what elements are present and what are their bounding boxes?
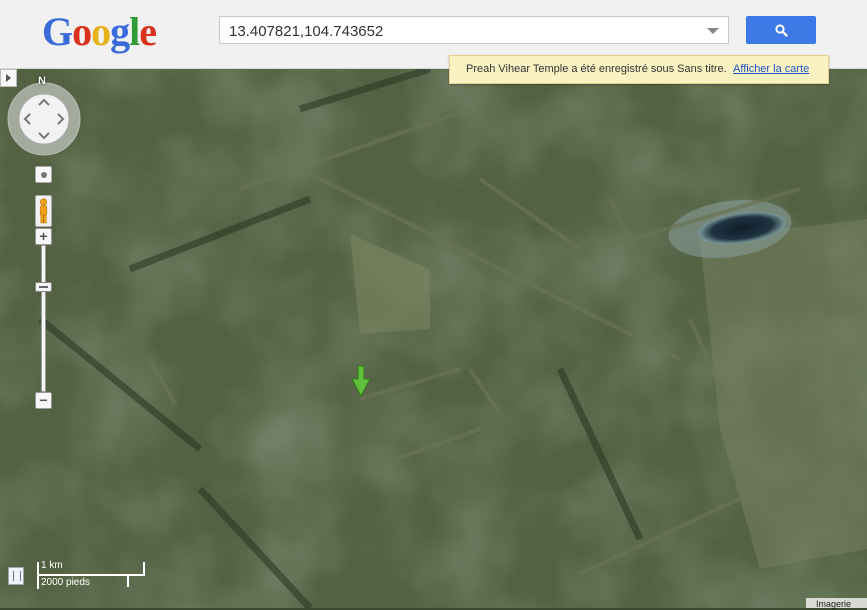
- pan-control[interactable]: [6, 80, 82, 158]
- search-box: [219, 16, 729, 45]
- chevron-down-icon[interactable]: [707, 28, 719, 34]
- logo-letter: G: [42, 9, 73, 54]
- logo-letter: o: [72, 9, 92, 54]
- search-button[interactable]: [746, 16, 816, 44]
- location-marker-icon[interactable]: [351, 365, 371, 397]
- search-input[interactable]: [220, 17, 711, 45]
- imagery-attribution: Imagerie: [806, 598, 867, 609]
- scale-bar: 1 km 2000 pieds: [35, 560, 147, 590]
- logo-letter: l: [129, 9, 140, 54]
- show-map-link[interactable]: Afficher la carte: [733, 56, 809, 83]
- save-notice: Preah Vihear Temple a été enregistré sou…: [449, 55, 829, 84]
- zoom-slider-track[interactable]: [41, 245, 46, 392]
- search-icon: [775, 24, 788, 37]
- zoom-in-button[interactable]: +: [35, 228, 52, 245]
- notice-message: Preah Vihear Temple a été enregistré sou…: [466, 63, 727, 75]
- pegman-street-view[interactable]: [35, 195, 52, 227]
- zoom-slider-handle[interactable]: [35, 281, 52, 292]
- pegman-icon: [39, 198, 48, 224]
- legend-icon[interactable]: [8, 567, 24, 585]
- reset-view-button[interactable]: [35, 166, 52, 183]
- scale-imperial-label: 2000 pieds: [41, 577, 90, 588]
- north-indicator: N: [38, 75, 46, 87]
- google-logo[interactable]: Google: [42, 8, 157, 55]
- satellite-map[interactable]: [0, 69, 867, 608]
- logo-letter: e: [139, 9, 157, 54]
- logo-letter: g: [110, 9, 130, 54]
- logo-letter: o: [91, 9, 111, 54]
- scale-metric-label: 1 km: [41, 560, 63, 571]
- scale-tick: [127, 574, 129, 587]
- satellite-imagery: [0, 69, 867, 608]
- zoom-out-button[interactable]: −: [35, 392, 52, 409]
